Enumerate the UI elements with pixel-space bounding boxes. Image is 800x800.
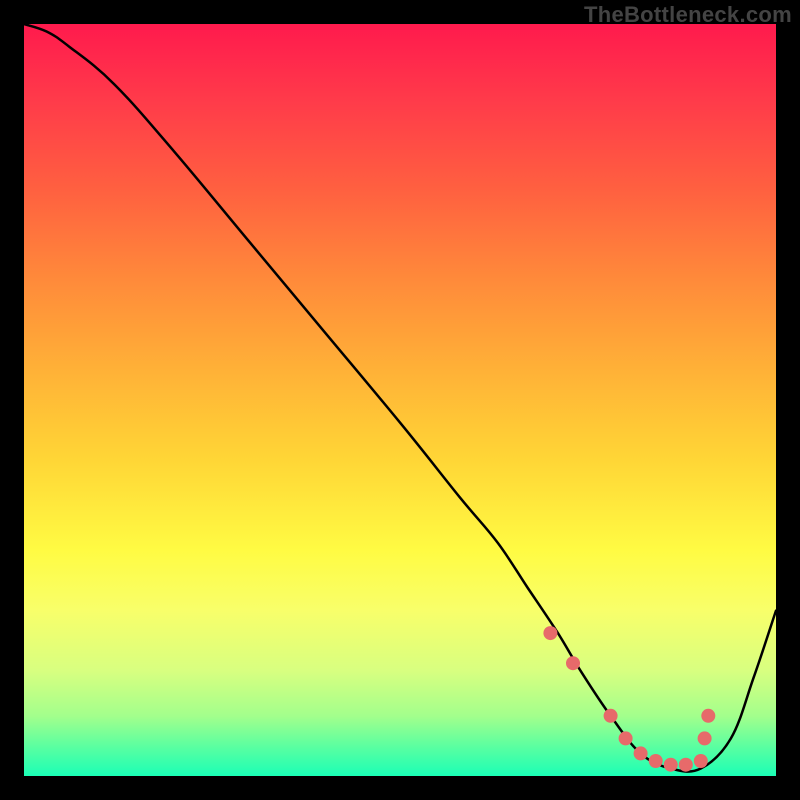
optimal-dot <box>619 731 633 745</box>
bottleneck-curve <box>24 24 776 772</box>
optimal-dot <box>664 758 678 772</box>
optimal-dot <box>701 709 715 723</box>
optimal-dot <box>634 746 648 760</box>
optimal-dot <box>566 656 580 670</box>
plot-area <box>24 24 776 776</box>
optimal-dot <box>694 754 708 768</box>
optimal-dot <box>604 709 618 723</box>
optimal-dot <box>698 731 712 745</box>
optimal-dot <box>543 626 557 640</box>
optimal-dot <box>679 758 693 772</box>
optimal-dots-group <box>543 626 715 772</box>
chart-svg <box>24 24 776 776</box>
chart-container: TheBottleneck.com <box>0 0 800 800</box>
optimal-dot <box>649 754 663 768</box>
